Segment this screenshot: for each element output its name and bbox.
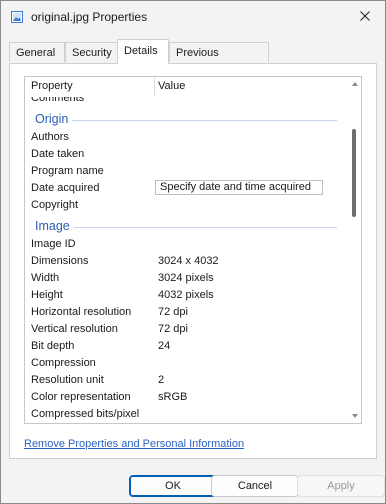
scrollbar-thumb[interactable] <box>352 129 356 217</box>
group-title-origin: Origin <box>35 112 73 126</box>
list-item-compressed-bits[interactable]: Compressed bits/pixel <box>25 407 349 423</box>
tab-general[interactable]: General <box>9 42 65 62</box>
property-name: Width <box>31 272 60 284</box>
tab-details[interactable]: Details <box>117 39 169 64</box>
property-value: 24 <box>158 340 171 352</box>
property-value: 2 <box>158 374 165 386</box>
group-divider <box>35 120 337 121</box>
property-name: Dimensions <box>31 255 89 267</box>
property-name: Image ID <box>31 238 76 250</box>
property-value: 3024 pixels <box>158 272 214 284</box>
tab-security[interactable]: Security <box>65 42 119 62</box>
column-header-property[interactable]: Property <box>31 80 73 92</box>
property-name: Copyright <box>31 199 79 211</box>
list-item-width[interactable]: Width 3024 pixels <box>25 271 349 288</box>
list-item-bit-depth[interactable]: Bit depth 24 <box>25 339 349 356</box>
property-name: Resolution unit <box>31 374 104 386</box>
group-origin: Origin <box>25 108 349 130</box>
list-item-compression[interactable]: Compression <box>25 356 349 373</box>
property-name: Vertical resolution <box>31 323 118 335</box>
group-divider <box>35 227 337 228</box>
property-name: Compressed bits/pixel <box>31 408 140 420</box>
scroll-down-arrow-icon[interactable] <box>350 411 360 421</box>
property-name: Color representation <box>31 391 131 403</box>
list-item-date-taken[interactable]: Date taken <box>25 147 349 164</box>
apply-button[interactable]: Apply <box>297 475 385 497</box>
property-name: Program name <box>31 165 104 177</box>
property-value: sRGB <box>158 391 188 403</box>
property-name: Compression <box>31 357 96 369</box>
cancel-button[interactable]: Cancel <box>211 475 299 497</box>
remove-properties-link[interactable]: Remove Properties and Personal Informati… <box>24 438 244 450</box>
property-name: Bit depth <box>31 340 75 352</box>
list-item-height[interactable]: Height 4032 pixels <box>25 288 349 305</box>
list-item-copyright[interactable]: Copyright <box>25 198 349 215</box>
list-item-authors[interactable]: Authors <box>25 130 349 147</box>
column-divider[interactable] <box>154 77 155 97</box>
title-bar: original.jpg Properties <box>1 1 385 33</box>
vertical-scrollbar[interactable] <box>349 77 361 423</box>
list-header: Property Value <box>25 77 349 97</box>
group-title-image: Image <box>35 219 74 233</box>
list-item-horizontal-resolution[interactable]: Horizontal resolution 72 dpi <box>25 305 349 322</box>
tab-strip: General Security Details Previous Versio… <box>9 39 377 79</box>
window-title: original.jpg Properties <box>31 10 148 24</box>
list-item-vertical-resolution[interactable]: Vertical resolution 72 dpi <box>25 322 349 339</box>
property-name: Date acquired <box>31 182 100 194</box>
property-name: Height <box>31 289 63 301</box>
column-header-value[interactable]: Value <box>158 80 185 92</box>
ok-button[interactable]: OK <box>129 475 217 497</box>
close-button[interactable] <box>345 1 385 33</box>
image-file-icon <box>11 11 23 23</box>
date-acquired-field[interactable]: Specify date and time acquired <box>155 180 323 195</box>
tab-previous-versions[interactable]: Previous Versions <box>169 42 269 79</box>
list-item-date-acquired[interactable]: Date acquired Specify date and time acqu… <box>25 180 349 198</box>
property-value: 72 dpi <box>158 323 188 335</box>
property-name: Date taken <box>31 148 85 160</box>
scroll-up-arrow-icon[interactable] <box>350 79 360 89</box>
list-item-dimensions[interactable]: Dimensions 3024 x 4032 <box>25 254 349 271</box>
list-item-resolution-unit[interactable]: Resolution unit 2 <box>25 373 349 390</box>
list-item-program-name[interactable]: Program name <box>25 164 349 181</box>
property-name: Authors <box>31 131 69 143</box>
details-panel: Comments Origin Authors Date taken Progr… <box>9 63 377 459</box>
property-value: 4032 pixels <box>158 289 214 301</box>
close-icon <box>360 10 370 24</box>
list-item-color-representation[interactable]: Color representation sRGB <box>25 390 349 407</box>
properties-dialog: original.jpg Properties General Security… <box>0 0 386 504</box>
dialog-footer: OK Cancel Apply <box>1 463 385 503</box>
property-rows: Comments Origin Authors Date taken Progr… <box>25 91 349 423</box>
property-value: 72 dpi <box>158 306 188 318</box>
property-value: 3024 x 4032 <box>158 255 219 267</box>
group-image: Image <box>25 215 349 237</box>
property-list[interactable]: Comments Origin Authors Date taken Progr… <box>24 76 362 424</box>
property-name: Horizontal resolution <box>31 306 132 318</box>
list-item-image-id[interactable]: Image ID <box>25 237 349 254</box>
